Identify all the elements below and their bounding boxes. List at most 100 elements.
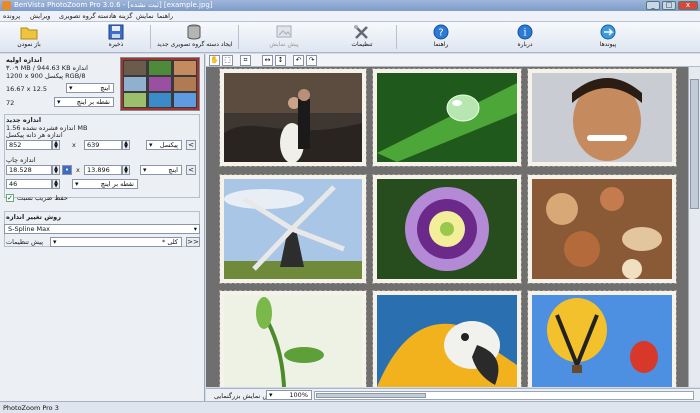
settings-button[interactable]: تنظیمات	[344, 23, 380, 52]
menu-view[interactable]: نمایش	[136, 12, 154, 20]
original-size-inches: 16.67 x 12.5	[6, 85, 48, 93]
horizontal-scrollbar[interactable]	[314, 391, 694, 400]
undo-icon[interactable]: ↶	[293, 55, 304, 66]
fit-height-icon[interactable]: ↕	[275, 55, 286, 66]
photo-balloons	[527, 290, 677, 387]
select-tool-icon[interactable]: ⬚	[222, 55, 233, 66]
horizontal-scrollbar-thumb[interactable]	[316, 393, 426, 398]
help-icon: ?	[433, 24, 449, 40]
scrollbar-thumb[interactable]	[690, 79, 699, 209]
close-button[interactable]: x	[678, 1, 698, 10]
fit-width-icon[interactable]: ↔	[262, 55, 273, 66]
preset-menu-button[interactable]: >>	[186, 237, 200, 247]
height-pixels-input[interactable]: 639	[84, 140, 122, 150]
open-label: باز نمودن	[17, 41, 41, 48]
maximize-button[interactable]: □	[662, 1, 676, 10]
photo-water-drop	[372, 68, 522, 167]
menu-batch[interactable]: دسته گروه تصویری	[59, 12, 111, 20]
new-batch-button[interactable]: ایجاد دسته گروه تصویری جدید	[157, 23, 233, 52]
wedding-image	[224, 73, 362, 162]
print-height-input[interactable]: 13.896	[84, 165, 122, 175]
original-resolution: 72	[6, 99, 15, 107]
times-symbol-print: x	[76, 166, 80, 174]
original-resolution-unit-dropdown[interactable]: نقطه بر اینچ	[54, 97, 114, 107]
links-label: پیوندها	[599, 41, 617, 48]
photo-flower	[372, 174, 522, 284]
toolbar-separator	[238, 25, 239, 49]
status-bar: PhotoZoom Pro 3	[0, 401, 700, 413]
preview-icon	[276, 25, 292, 38]
help-button[interactable]: ? راهنما	[423, 23, 459, 52]
image-preview-canvas[interactable]	[206, 67, 688, 387]
open-button[interactable]: باز نمودن	[10, 23, 48, 52]
print-resolution-spinner[interactable]: ▲ ▼	[52, 179, 60, 189]
photo-shells	[527, 174, 677, 284]
menu-edit[interactable]: ویرایش	[30, 12, 50, 20]
keep-aspect-ratio-label: حفظ ضریب نسبت	[17, 194, 68, 202]
original-file-info: ۳.۰۹ MB / 944.63 KB اندازه	[6, 64, 88, 72]
height-pixels-spinner[interactable]: ▲ ▼	[122, 140, 130, 150]
vertical-scrollbar[interactable]	[688, 67, 700, 387]
pixel-unit-arrow-button[interactable]: <	[186, 140, 196, 150]
chevron-down-icon: ▾	[193, 225, 197, 233]
preset-dropdown[interactable]: * کلی	[50, 237, 182, 247]
about-label: درباره	[517, 41, 533, 48]
preview-zoom-bar: پیش نمایش بزرگنمایی 100%	[206, 388, 700, 401]
toolbar-separator	[396, 25, 397, 49]
parrot-image	[377, 295, 517, 387]
help-label: راهنما	[433, 41, 449, 48]
redo-icon[interactable]: ↷	[306, 55, 317, 66]
status-text: PhotoZoom Pro 3	[3, 404, 59, 412]
svg-text:i: i	[523, 28, 526, 39]
passion-flower-image	[377, 179, 517, 279]
save-label: ذخیره	[108, 41, 124, 48]
about-button[interactable]: i درباره	[507, 23, 543, 52]
globe-link-icon	[600, 24, 616, 40]
pixel-size-label: اندازه هر ذانه پیکسل	[6, 131, 63, 139]
view-toolbar: ✋ ⬚ ⌗ ↔ ↕ ↶ ↷	[206, 54, 700, 67]
photo-plant	[219, 290, 367, 387]
main-toolbar: باز نمودن ذخیره ایجاد دسته گروه تصویری ج…	[0, 22, 700, 53]
print-unit-dropdown[interactable]: اینچ	[140, 165, 182, 175]
minimize-button[interactable]: _	[646, 1, 660, 10]
preview-label: پیش نمایش	[269, 41, 299, 48]
preview-button[interactable]: پیش نمایش	[262, 23, 306, 52]
crop-tool-icon[interactable]: ⌗	[240, 55, 251, 66]
resize-method-dropdown[interactable]: S-Spline Max ▾	[4, 224, 200, 234]
preset-label: پیش تنظیمات	[6, 238, 44, 246]
print-height-spinner[interactable]: ▲ ▼	[122, 165, 130, 175]
window-title: BenVista PhotoZoom Pro 3.0.6 - [ثبت نشده…	[14, 1, 213, 9]
original-unit-dropdown[interactable]: اینچ	[66, 83, 114, 93]
photo-parrot	[372, 290, 522, 387]
print-width-spinner[interactable]: ▲ ▼	[52, 165, 60, 175]
keep-aspect-ratio-checkbox[interactable]: ✓	[6, 194, 14, 202]
hand-tool-icon[interactable]: ✋	[209, 55, 220, 66]
windmill-image	[224, 179, 362, 279]
svg-text:?: ?	[438, 28, 443, 39]
width-pixels-spinner[interactable]: ▲ ▼	[52, 140, 60, 150]
database-icon	[187, 24, 201, 40]
menu-file[interactable]: پرونده	[3, 12, 20, 20]
resize-method-value: S-Spline Max	[8, 225, 50, 233]
folder-icon	[20, 27, 38, 40]
pixel-unit-dropdown[interactable]: پیکسل	[146, 140, 182, 150]
width-pixels-input[interactable]: 852	[6, 140, 52, 150]
links-button[interactable]: پیوندها	[590, 23, 626, 52]
title-bar: BenVista PhotoZoom Pro 3.0.6 - [ثبت نشده…	[0, 0, 700, 11]
menu-options[interactable]: گزینه ها	[111, 12, 132, 20]
print-width-input[interactable]: 18.528	[6, 165, 52, 175]
water-drop-image	[377, 73, 517, 162]
thumbnail-preview	[121, 58, 199, 110]
zoom-dropdown[interactable]: 100%	[266, 390, 312, 400]
app-icon	[2, 1, 11, 10]
navigator-thumbnail[interactable]	[120, 57, 200, 111]
menu-help[interactable]: راهنما	[157, 12, 173, 20]
print-resolution-unit-dropdown[interactable]: نقطه بر اینچ	[72, 179, 138, 189]
new-batch-label: ایجاد دسته گروه تصویری جدید	[157, 41, 233, 48]
save-button[interactable]: ذخیره	[96, 23, 136, 52]
link-dimensions-toggle[interactable]: •	[62, 165, 72, 175]
print-resolution-input[interactable]: 46	[6, 179, 52, 189]
print-unit-arrow-button[interactable]: <	[186, 165, 196, 175]
method-heading: روش تغییر اندازه	[6, 213, 61, 221]
menu-bar: راهنما نمایش گزینه ها دسته گروه تصویری و…	[0, 11, 700, 22]
